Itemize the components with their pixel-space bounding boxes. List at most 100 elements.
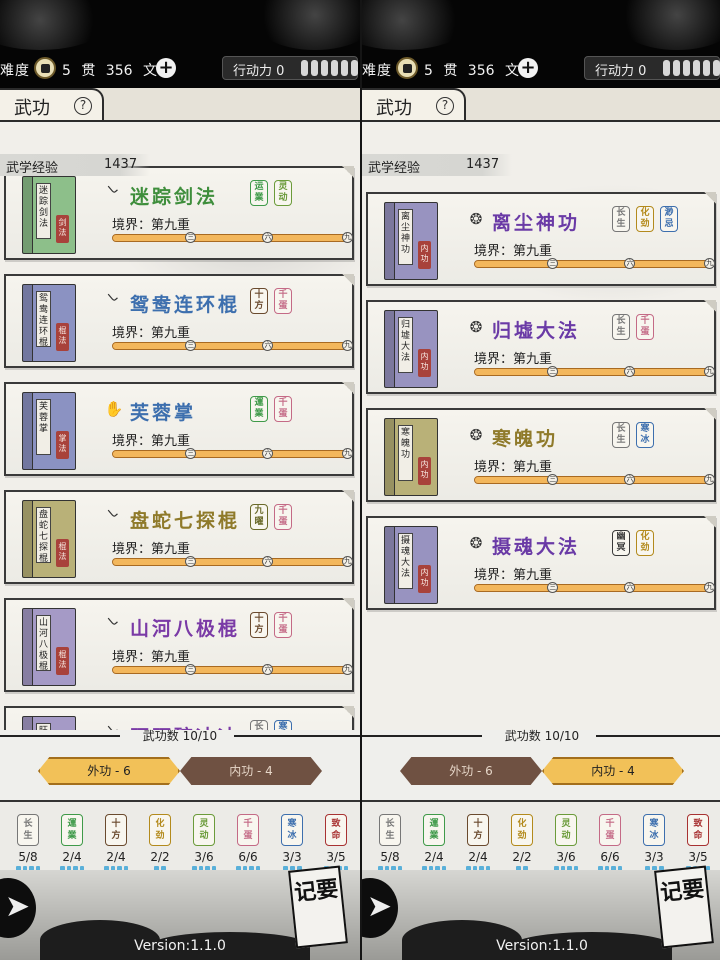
trait-tag[interactable]: 化 劲 2/2 <box>510 814 534 871</box>
trait-tag[interactable]: 寒 冰 3/3 <box>642 814 666 871</box>
realm-marker: 三 <box>547 474 559 485</box>
book-seal: 剑法 <box>56 215 69 243</box>
trait-tag[interactable]: 千 蛋 6/6 <box>236 814 260 871</box>
trait-badge: 长 生 <box>612 422 630 448</box>
tab-inner-skills[interactable]: 内功 - 4 <box>180 757 322 785</box>
trait-tag-count: 5/8 <box>18 850 38 864</box>
action-points-label: 行动力 <box>595 64 635 79</box>
trait-tag[interactable]: 灵 动 3/6 <box>192 814 216 871</box>
money-value: 5 贯 356 文 <box>424 63 519 79</box>
exp-label: 武学经验 <box>6 161 59 176</box>
skill-card[interactable]: 山河八极棍 棍法 ╰ 山河八极棍 境界：第九重三 六 九 十 方千 蛋 <box>4 598 354 692</box>
trait-badge: 渺 忌 <box>660 206 678 232</box>
skill-progress-bar: 三六九 <box>112 232 353 243</box>
skill-card[interactable]: 盘蛇七探棍 棍法 ╰ 盘蛇七探棍 境界：第九重三 六 九 九 曜千 蛋 <box>4 490 354 584</box>
skill-name: 山河八极棍 <box>130 618 241 640</box>
skill-card[interactable]: 迷踪剑法 剑法 ╰ 迷踪剑法 境界：第九重三 六 九 运 業灵 动 <box>4 166 354 260</box>
action-points: 行动力 0 <box>584 56 720 80</box>
skill-book-icon: 盘蛇七探棍 棍法 <box>22 500 76 578</box>
skill-realm: 境界：第九重 <box>112 650 191 665</box>
skill-book-icon: 山河八极棍 棍法 <box>22 608 76 686</box>
trait-badge: 千 蛋 <box>274 612 292 638</box>
trait-tag[interactable]: 十 方 2/4 <box>466 814 490 871</box>
add-money-button[interactable]: + <box>156 58 176 78</box>
realm-marker: 九 <box>342 664 353 675</box>
trait-tag[interactable]: 长 生 5/8 <box>378 814 402 871</box>
realm-marker: 三 <box>185 556 197 567</box>
tab-martial-arts[interactable]: 武功 ? <box>0 88 104 120</box>
skill-card[interactable]: 鸳鸯连环棍 棍法 ╰ 鸳鸯连环棍 境界：第九重三 六 九 十 方千 蛋 <box>4 274 354 368</box>
skill-progress-bar: 三六九 <box>112 340 353 351</box>
trait-badge: 寒 冰 <box>636 422 654 448</box>
trait-tag[interactable]: 千 蛋 6/6 <box>598 814 622 871</box>
trait-badge: 十 方 <box>250 288 268 314</box>
skill-card[interactable]: 摄魂大法 内功 ❂ 摄魂大法 境界：第九重三 六 九 幽 冥化 劲 <box>366 516 716 610</box>
realm-marker: 六 <box>262 664 274 675</box>
skill-progress-bar: 三六九 <box>112 664 353 675</box>
trait-tag[interactable]: 长 生 5/8 <box>16 814 40 871</box>
sword-icon: ╰ <box>104 183 124 203</box>
trait-badge: 化 劲 <box>636 530 654 556</box>
trait-tag-bar: 长 生 5/8 運 業 2/4 十 方 2/4 化 劲 2/2 灵 动 3/6 千 蛋 6/6 寒 冰 3… <box>362 800 720 871</box>
add-money-button[interactable]: + <box>518 58 538 78</box>
skill-realm: 境界：第九重 <box>474 568 553 583</box>
trait-tag[interactable]: 灵 动 3/6 <box>554 814 578 871</box>
spiral-icon: ❂ <box>469 534 483 552</box>
trait-tag[interactable]: 運 業 2/4 <box>60 814 84 871</box>
tab-outer-skills[interactable]: 外功 - 6 <box>38 757 180 785</box>
skill-realm: 境界：第九重 <box>112 326 191 341</box>
page-title: 武功 <box>14 98 50 119</box>
help-button[interactable]: ? <box>74 97 92 115</box>
skill-book-icon: 归墟大法 内功 <box>384 310 438 388</box>
skill-list[interactable]: 武学经验 1437 离尘神功 内功 ❂ 离尘神功 境界：第九重三六九长 生化 劲渺 忌归… <box>362 124 720 730</box>
trait-tag[interactable]: 寒 冰 3/3 <box>280 814 304 871</box>
skill-name: 归墟大法 <box>492 320 581 342</box>
trait-badge: 運 業 <box>250 396 268 422</box>
trait-tag[interactable]: 十 方 2/4 <box>104 814 128 871</box>
trait-tag-icon: 千 蛋 <box>237 814 259 846</box>
trait-badge: 十 方 <box>250 612 268 638</box>
skill-card[interactable]: 芙蓉掌 掌法 ✋ 芙蓉掌 境界：第九重三 六 九 運 業千 蛋 <box>4 382 354 476</box>
book-title: 归墟大法 <box>398 317 413 373</box>
skill-progress-bar: 三六九 <box>474 258 715 269</box>
version-label: Version:1.1.0 <box>496 938 588 954</box>
trait-tag[interactable]: 運 業 2/4 <box>422 814 446 871</box>
book-title: 离尘神功 <box>398 209 413 265</box>
tab-inner-skills[interactable]: 内功 - 4 <box>542 757 684 785</box>
skill-card[interactable]: 寒魄功 内功 ❂ 寒魄功 境界：第九重三 六 九 长 生寒 冰 <box>366 408 716 502</box>
trait-tag[interactable]: 化 劲 2/2 <box>148 814 172 871</box>
skill-book-icon: 离尘神功 内功 <box>384 202 438 280</box>
page-title: 武功 <box>376 98 412 119</box>
book-title: 鸳鸯连环棍 <box>36 291 51 347</box>
skill-card[interactable]: 归墟大法 内功 ❂ 归墟大法 境界：第九重三 六 九 长 生千 蛋 <box>366 300 716 394</box>
skill-realm: 境界：第九重 <box>474 244 553 259</box>
trait-tag-icon: 化 劲 <box>149 814 171 846</box>
trait-tag-icon: 寒 冰 <box>281 814 303 846</box>
coin-icon <box>396 57 418 79</box>
trait-tag-icon: 運 業 <box>61 814 83 846</box>
page-header: 武功 ? <box>0 88 360 122</box>
memo-button[interactable]: 记要 <box>288 865 348 949</box>
tab-martial-arts[interactable]: 武功 ? <box>362 88 466 120</box>
skill-name: 离尘神功 <box>492 212 581 234</box>
skill-count: 武功数 10/10 <box>504 729 580 743</box>
trait-tag[interactable]: 致 命 3/5 <box>686 814 710 871</box>
staff-icon: ╰ <box>104 615 124 635</box>
realm-marker: 六 <box>624 366 636 377</box>
skill-list[interactable]: 武学经验 1437 迷踪剑法 剑法 ╰ 迷踪剑法 境界：第九重三六九运 業灵 动鸳鸯连环… <box>0 124 360 730</box>
memo-button[interactable]: 记要 <box>654 865 714 949</box>
book-title: 寒魄功 <box>398 425 413 481</box>
trait-tag-count: 2/4 <box>106 850 126 864</box>
book-title: 迷踪剑法 <box>36 183 51 239</box>
realm-marker: 九 <box>704 582 715 593</box>
help-button[interactable]: ? <box>436 97 454 115</box>
trait-tag-icon: 十 方 <box>105 814 127 846</box>
action-points-value: 0 <box>276 64 285 79</box>
trait-tag-icon: 长 生 <box>17 814 39 846</box>
trait-tag-count: 3/3 <box>282 850 302 864</box>
skill-progress-bar: 三六九 <box>474 474 715 485</box>
trait-badge: 千 蛋 <box>274 396 292 422</box>
skill-card[interactable]: 离尘神功 内功 ❂ 离尘神功 境界：第九重三 六 九 长 生化 劲渺 忌 <box>366 192 716 286</box>
trait-tag[interactable]: 致 命 3/5 <box>324 814 348 871</box>
tab-outer-skills[interactable]: 外功 - 6 <box>400 757 542 785</box>
